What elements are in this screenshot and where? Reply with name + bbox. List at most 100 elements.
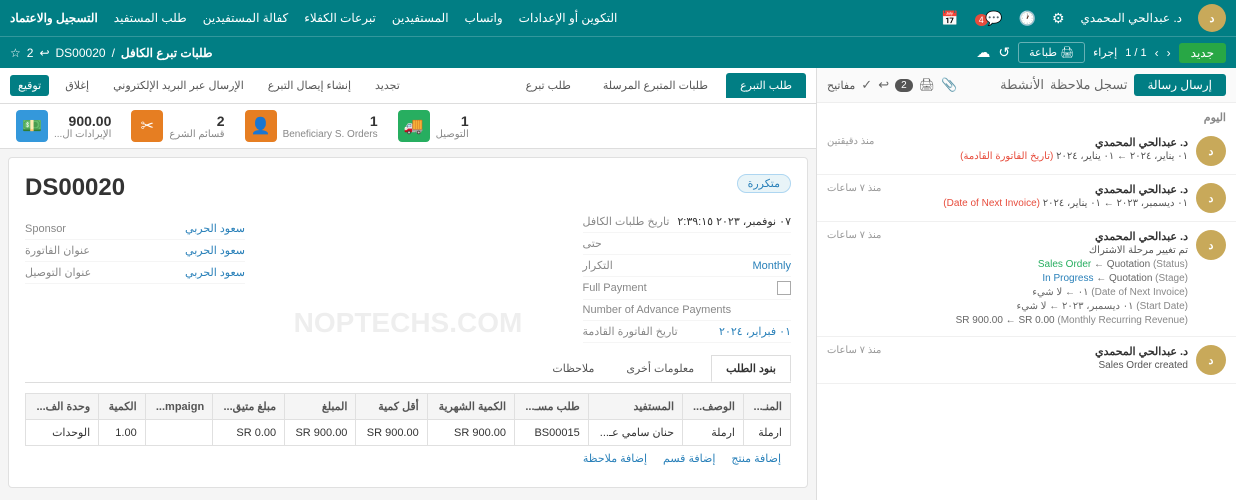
delivery-address-label: عنوان التوصيل <box>25 266 91 279</box>
printer-sidebar-icon[interactable]: 🖨 <box>919 77 936 93</box>
page-title: طلبات تبرع الكافل <box>121 46 213 60</box>
add-note-button[interactable]: إضافة ملاحظة <box>583 452 647 465</box>
cell-min-qty: 900.00 SR <box>356 420 427 446</box>
col-desc: الوصف... <box>683 394 744 420</box>
settings-icon[interactable]: ⚙ <box>1052 10 1065 27</box>
calendar-icon[interactable]: 📅 <box>941 10 958 27</box>
col-monthly-qty: الكمية الشهرية <box>427 394 514 420</box>
avatar-4: د <box>1196 345 1226 375</box>
nav-link-beneficiary-request[interactable]: طلب المستفيد <box>114 11 187 25</box>
sign-button[interactable]: توقيع <box>10 75 49 96</box>
log-note-button[interactable]: تسجل ملاحظة <box>1050 77 1127 93</box>
favorites-icon[interactable]: ☆ <box>10 46 21 60</box>
sidebar-tool-buttons: إرسال رسالة تسجل ملاحظة الأنشطة <box>1000 74 1226 96</box>
avatar-1: د <box>1196 136 1226 166</box>
chat-name-2: د. عبدالحي المحمدي <box>1095 183 1188 196</box>
stat-delivery-num: 1 <box>436 113 469 129</box>
delivery-address-value[interactable]: سعود الحربي <box>185 266 245 279</box>
form-right: DS00020 سعود الحربي Sponsor سعود الحربي … <box>25 174 245 284</box>
breadcrumb: طلبات تبرع الكافل / DS00020 ↩ 2 ☆ <box>10 46 213 60</box>
advance-label: Number of Advance Payments <box>583 304 732 316</box>
bottom-tab-other-info[interactable]: معلومات أخرى <box>611 355 709 382</box>
chat-sub-1: ٠١ يناير، ٢٠٢٤ ← ٠١ يناير، ٢٠٢٤ (تاريخ ا… <box>827 151 1188 162</box>
renew-button[interactable]: تجديد <box>367 75 408 96</box>
subnav-actions: جديد ‹ › 1 / 1 إجراء 🖨 طباعة ↺ ☁ <box>976 42 1226 63</box>
full-payment-checkbox[interactable] <box>777 281 791 295</box>
col-qty: الكمية <box>99 394 146 420</box>
chat-content-2: د. عبدالحي المحمدي منذ ٧ ساعات ٠١ ديسمبر… <box>827 183 1188 211</box>
date-label: تاريخ طلبات الكافل <box>583 215 670 228</box>
nav-link-sponsor-guarantee[interactable]: كفالة المستفيدين <box>203 11 289 25</box>
form-title: DS00020 <box>25 174 245 202</box>
tab-sent-requests[interactable]: طلبات المتبرع المرسلة <box>589 73 722 98</box>
paperclip-icon[interactable]: 📎 <box>941 77 957 93</box>
form-row-full-payment: Full Payment <box>583 277 791 300</box>
form-header: متكررة ٠٧ نوفمبر، ٢٠٢٣ ٢:٣٩:١٥ تاريخ طلب… <box>25 174 791 343</box>
favorites-label: مفاتيح <box>827 79 855 92</box>
chat-time-1: منذ دقيقتين <box>827 136 874 149</box>
stat-coupons[interactable]: 2 قسائم الشرع ✂ <box>131 110 224 142</box>
refresh-icon[interactable]: ↺ <box>998 44 1010 61</box>
stat-beneficiary-text: 1 Beneficiary S. Orders <box>283 113 378 140</box>
cell-amount: 900.00 SR <box>285 420 356 446</box>
date-value: ٠٧ نوفمبر، ٢٠٢٣ ٢:٣٩:١٥ <box>677 215 791 228</box>
stat-coupons-label: قسائم الشرع <box>169 129 224 140</box>
beneficiary-icon: 👤 <box>245 110 277 142</box>
chat-text-3: (Status) Sales Order ← Quotation (Stage)… <box>827 258 1188 328</box>
nav-next-icon[interactable]: › <box>1155 46 1159 60</box>
send-email-button[interactable]: الإرسال عبر البريد الإلكتروني <box>105 75 252 96</box>
bottom-tab-order-lines[interactable]: بنود الطلب <box>711 355 791 382</box>
close-button[interactable]: إغلاق <box>57 75 97 96</box>
check-icon[interactable]: ✓ <box>861 77 872 93</box>
back-icon[interactable]: ↩ <box>39 46 49 60</box>
nav-link-sponsors-donations[interactable]: تبرعات الكفلاء <box>304 11 376 25</box>
chat-time-2: منذ ٧ ساعات <box>827 183 881 196</box>
form-row-date: ٠٧ نوفمبر، ٢٠٢٣ ٢:٣٩:١٥ تاريخ طلبات الكا… <box>583 211 791 233</box>
create-receipt-button[interactable]: إنشاء إيصال التبرع <box>260 75 359 96</box>
chat-header-3: د. عبدالحي المحمدي منذ ٧ ساعات <box>827 230 1188 243</box>
tab-donation[interactable]: طلب تبرع <box>512 73 585 98</box>
stat-revenue[interactable]: 900.00 الإيرادات ال... 💵 <box>16 110 111 142</box>
cell-monthly-qty: 900.00 SR <box>427 420 514 446</box>
sponsor-label: Sponsor <box>25 223 66 235</box>
col-unit: وحدة الف... <box>26 394 99 420</box>
new-button[interactable]: جديد <box>1179 43 1226 63</box>
nav-prev-icon[interactable]: ‹ <box>1167 46 1171 60</box>
print-button[interactable]: 🖨 طباعة <box>1018 42 1085 63</box>
full-payment-label: Full Payment <box>583 282 647 294</box>
col-id: المنـ... <box>744 394 791 420</box>
bottom-tab-notes[interactable]: ملاحظات <box>537 355 609 382</box>
table-add-row: إضافة منتج إضافة قسم إضافة ملاحظة <box>25 446 791 471</box>
cell-beneficiary: حنان سامي عـ... <box>588 420 682 446</box>
sponsor-value[interactable]: سعود الحربي <box>185 222 245 235</box>
table-row[interactable]: ارملة ارملة حنان سامي عـ... BS00015 900.… <box>26 420 791 446</box>
clock-icon[interactable]: 🕐 <box>1019 10 1036 27</box>
stat-delivery[interactable]: 1 التوصيل 🚚 <box>398 110 469 142</box>
cloud-icon[interactable]: ☁ <box>976 44 990 61</box>
chat-icon[interactable]: 💬 <box>985 10 1002 26</box>
cell-desc: ارملة <box>683 420 744 446</box>
send-message-button[interactable]: إرسال رسالة <box>1134 74 1227 96</box>
nav-link-settings[interactable]: التكوين أو الإعدادات <box>519 11 618 25</box>
tab-donation-request[interactable]: طلب التبرع <box>726 73 806 98</box>
invoice-address-value[interactable]: سعود الحربي <box>185 244 245 257</box>
stat-beneficiary[interactable]: 1 Beneficiary S. Orders 👤 <box>245 110 378 142</box>
cell-unit: الوحدات <box>26 420 99 446</box>
notification-container: 💬 4 <box>975 10 1003 27</box>
next-invoice-value: ٠١ فبراير، ٢٠٢٤ <box>719 325 791 338</box>
revenue-icon: 💵 <box>16 110 48 142</box>
stat-revenue-text: 900.00 الإيرادات ال... <box>54 113 111 140</box>
bottom-tabs: بنود الطلب معلومات أخرى ملاحظات <box>25 355 791 383</box>
back-count-badge: 2 <box>895 79 913 92</box>
form-left: متكررة ٠٧ نوفمبر، ٢٠٢٣ ٢:٣٩:١٥ تاريخ طلب… <box>583 174 791 343</box>
add-section-button[interactable]: إضافة قسم <box>663 452 715 465</box>
nav-link-whatsapp[interactable]: واتساب <box>465 11 503 25</box>
cell-amount2: 0.00 SR <box>213 420 285 446</box>
nav-link-beneficiaries[interactable]: المستفيدين <box>392 11 449 25</box>
back-sidebar-icon[interactable]: ↩ <box>878 77 889 93</box>
activities-button[interactable]: الأنشطة <box>1000 77 1044 93</box>
until-label: حتى <box>583 237 602 250</box>
main-layout: إرسال رسالة تسجل ملاحظة الأنشطة 📎 🖨 2 ↩ … <box>0 68 1236 500</box>
add-product-button[interactable]: إضافة منتج <box>731 452 781 465</box>
nav-link-register[interactable]: التسجيل والاعتماد <box>10 11 98 25</box>
